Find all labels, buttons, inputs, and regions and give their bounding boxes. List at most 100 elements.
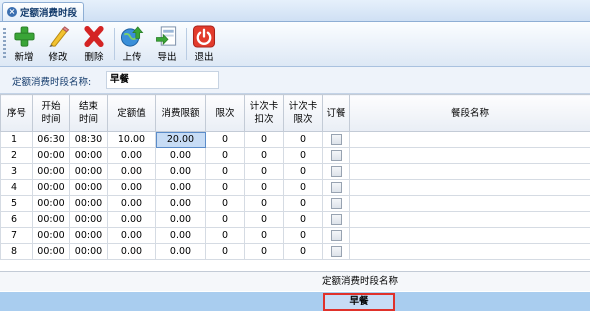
col-header-quota[interactable]: 定额值	[107, 94, 156, 132]
table-row[interactable]: 8 00:00 00:00 0.00 0.00 0 0 0	[0, 243, 590, 260]
order-checkbox[interactable]	[330, 214, 342, 225]
cell-start[interactable]: 06:30	[32, 131, 70, 148]
order-checkbox[interactable]	[330, 166, 342, 177]
cell-seq[interactable]: 6	[0, 211, 33, 228]
cell-order[interactable]	[322, 211, 350, 228]
cell-card-deduct[interactable]: 0	[244, 243, 284, 260]
cell-limit[interactable]: 20.00	[155, 131, 206, 148]
cell-card-deduct[interactable]: 0	[244, 211, 284, 228]
cell-limit[interactable]: 0.00	[155, 195, 206, 212]
cell-card-limit[interactable]: 0	[283, 195, 323, 212]
cell-seq[interactable]: 4	[0, 179, 33, 196]
upload-button[interactable]: 上传	[118, 25, 146, 63]
cell-meal-name[interactable]	[349, 243, 590, 260]
cell-card-deduct[interactable]: 0	[244, 179, 284, 196]
cell-times[interactable]: 0	[205, 147, 245, 164]
export-button[interactable]: 导出	[153, 25, 181, 63]
cell-meal-name[interactable]	[349, 147, 590, 164]
cell-end[interactable]: 00:00	[69, 179, 108, 196]
add-button[interactable]: 新增	[10, 25, 38, 63]
cell-card-deduct[interactable]: 0	[244, 163, 284, 180]
exit-button[interactable]: 退出	[190, 25, 218, 63]
cell-start[interactable]: 00:00	[32, 227, 70, 244]
order-checkbox[interactable]	[330, 150, 342, 161]
cell-start[interactable]: 00:00	[32, 163, 70, 180]
cell-quota[interactable]: 0.00	[107, 195, 156, 212]
order-checkbox[interactable]	[330, 230, 342, 241]
cell-seq[interactable]: 2	[0, 147, 33, 164]
cell-end[interactable]: 00:00	[69, 211, 108, 228]
cell-card-limit[interactable]: 0	[283, 147, 323, 164]
cell-quota[interactable]: 0.00	[107, 211, 156, 228]
col-header-seq[interactable]: 序号	[0, 94, 33, 132]
cell-card-limit[interactable]: 0	[283, 227, 323, 244]
cell-end[interactable]: 00:00	[69, 163, 108, 180]
cell-times[interactable]: 0	[205, 195, 245, 212]
cell-quota[interactable]: 10.00	[107, 131, 156, 148]
toolbar-grip[interactable]	[3, 28, 6, 60]
cell-meal-name[interactable]	[349, 195, 590, 212]
table-row[interactable]: 6 00:00 00:00 0.00 0.00 0 0 0	[0, 211, 590, 228]
cell-card-limit[interactable]: 0	[283, 163, 323, 180]
col-header-start[interactable]: 开始 时间	[32, 94, 70, 132]
cell-end[interactable]: 00:00	[69, 195, 108, 212]
table-row[interactable]: 2 00:00 00:00 0.00 0.00 0 0 0	[0, 147, 590, 164]
cell-end[interactable]: 00:00	[69, 227, 108, 244]
order-checkbox[interactable]	[330, 198, 342, 209]
cell-times[interactable]: 0	[205, 179, 245, 196]
cell-limit[interactable]: 0.00	[155, 211, 206, 228]
order-checkbox[interactable]	[330, 246, 342, 257]
cell-end[interactable]: 08:30	[69, 131, 108, 148]
col-header-card-deduct[interactable]: 计次卡 扣次	[244, 94, 284, 132]
cell-limit[interactable]: 0.00	[155, 179, 206, 196]
col-header-times[interactable]: 限次	[205, 94, 245, 132]
col-header-order[interactable]: 订餐	[322, 94, 350, 132]
cell-card-deduct[interactable]: 0	[244, 131, 284, 148]
cell-start[interactable]: 00:00	[32, 195, 70, 212]
tab-quota-time-period[interactable]: × 定额消费时段	[2, 2, 85, 21]
cell-start[interactable]: 00:00	[32, 147, 70, 164]
edit-button[interactable]: 修改	[44, 25, 72, 63]
cell-order[interactable]	[322, 147, 350, 164]
order-checkbox[interactable]	[330, 182, 342, 193]
cell-order[interactable]	[322, 131, 350, 148]
cell-order[interactable]	[322, 163, 350, 180]
cell-order[interactable]	[322, 179, 350, 196]
cell-quota[interactable]: 0.00	[107, 179, 156, 196]
cell-limit[interactable]: 0.00	[155, 163, 206, 180]
footer-selected-value[interactable]: 早餐	[323, 293, 395, 311]
table-row[interactable]: 4 00:00 00:00 0.00 0.00 0 0 0	[0, 179, 590, 196]
cell-card-limit[interactable]: 0	[283, 131, 323, 148]
cell-start[interactable]: 00:00	[32, 243, 70, 260]
cell-start[interactable]: 00:00	[32, 211, 70, 228]
cell-meal-name[interactable]	[349, 227, 590, 244]
cell-seq[interactable]: 1	[0, 131, 33, 148]
cell-quota[interactable]: 0.00	[107, 243, 156, 260]
cell-meal-name[interactable]	[349, 163, 590, 180]
cell-limit[interactable]: 0.00	[155, 243, 206, 260]
cell-meal-name[interactable]	[349, 211, 590, 228]
cell-card-limit[interactable]: 0	[283, 179, 323, 196]
col-header-end[interactable]: 结束 时间	[69, 94, 108, 132]
col-header-card-limit[interactable]: 计次卡 限次	[283, 94, 323, 132]
cell-order[interactable]	[322, 227, 350, 244]
cell-times[interactable]: 0	[205, 163, 245, 180]
cell-times[interactable]: 0	[205, 211, 245, 228]
cell-order[interactable]	[322, 243, 350, 260]
cell-start[interactable]: 00:00	[32, 179, 70, 196]
col-header-meal-name[interactable]: 餐段名称	[349, 94, 590, 132]
cell-limit[interactable]: 0.00	[155, 227, 206, 244]
cell-card-limit[interactable]: 0	[283, 211, 323, 228]
table-row[interactable]: 1 06:30 08:30 10.00 20.00 0 0 0	[0, 131, 590, 148]
table-row[interactable]: 5 00:00 00:00 0.00 0.00 0 0 0	[0, 195, 590, 212]
cell-seq[interactable]: 8	[0, 243, 33, 260]
cell-end[interactable]: 00:00	[69, 243, 108, 260]
cell-card-deduct[interactable]: 0	[244, 195, 284, 212]
col-header-limit[interactable]: 消费限额	[155, 94, 206, 132]
cell-quota[interactable]: 0.00	[107, 147, 156, 164]
cell-times[interactable]: 0	[205, 131, 245, 148]
cell-seq[interactable]: 5	[0, 195, 33, 212]
cell-card-deduct[interactable]: 0	[244, 227, 284, 244]
cell-order[interactable]	[322, 195, 350, 212]
cell-meal-name[interactable]	[349, 131, 590, 148]
